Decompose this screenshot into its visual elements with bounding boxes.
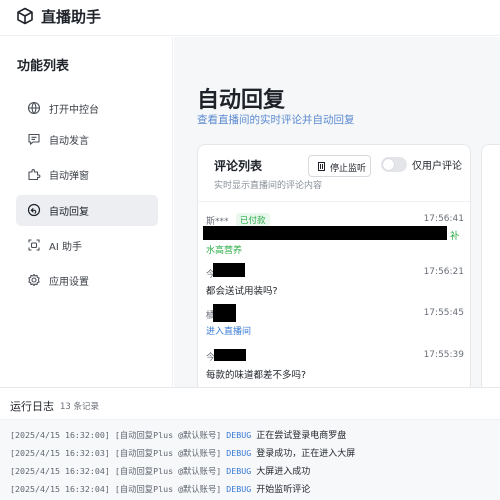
comment-text: 每款的味道都差不多吗? bbox=[206, 370, 307, 381]
log-body[interactable]: [2025/4/15 16:32:00] [自动回复Plus @默认账号] DE… bbox=[0, 420, 500, 500]
sidebar-item-auto-popup[interactable]: 自动弹窗 bbox=[16, 159, 158, 190]
comment-trailing: 补 bbox=[450, 231, 460, 242]
pause-icon bbox=[318, 162, 325, 171]
page-subtitle: 查看直播间的实时评论并自动回复 bbox=[197, 114, 355, 126]
sidebar-item-label: 自动发言 bbox=[49, 136, 89, 147]
sidebar-item-label: 自动弹窗 bbox=[49, 171, 89, 182]
log-count: 13 条记录 bbox=[60, 402, 100, 412]
sidebar: 功能列表 打开中控台 自动发言 自动弹窗 自动回复 AI 助手 应用设置 bbox=[0, 37, 173, 387]
redacted-username bbox=[214, 349, 246, 361]
sidebar-item-label: AI 助手 bbox=[49, 242, 82, 253]
main-content: 自动回复 查看直播间的实时评论并自动回复 评论列表 实时显示直播间的评论内容 停… bbox=[174, 37, 500, 387]
log-line: [2025/4/15 16:32:04] [自动回复Plus @默认账号] DE… bbox=[10, 482, 310, 495]
sidebar-item-auto-speak[interactable]: 自动发言 bbox=[16, 124, 158, 155]
sidebar-title: 功能列表 bbox=[17, 59, 70, 74]
log-time: [2025/4/15 16:32:03] bbox=[10, 448, 110, 458]
log-source: [自动回复Plus @默认账号] bbox=[114, 448, 222, 458]
log-source: [自动回复Plus @默认账号] bbox=[114, 484, 222, 494]
log-line: [2025/4/15 16:32:04] [自动回复Plus @默认账号] DE… bbox=[10, 464, 310, 477]
reply-card bbox=[481, 144, 500, 387]
card-title: 评论列表 bbox=[214, 159, 263, 173]
redacted-username bbox=[213, 304, 236, 322]
paid-badge: 已付款 bbox=[236, 213, 270, 227]
log-source: [自动回复Plus @默认账号] bbox=[114, 466, 222, 476]
log-message: 开始监听评论 bbox=[256, 485, 311, 495]
sidebar-item-label: 自动回复 bbox=[49, 207, 89, 218]
stop-listening-label: 停止监听 bbox=[330, 164, 367, 174]
card-divider bbox=[198, 201, 470, 202]
card-subtitle: 实时显示直播间的评论内容 bbox=[214, 181, 323, 191]
log-level: DEBUG bbox=[226, 466, 252, 476]
comment-text: 都会送试用装吗? bbox=[206, 286, 278, 297]
sidebar-item-label: 打开中控台 bbox=[49, 105, 99, 116]
user-only-toggle[interactable] bbox=[381, 157, 407, 172]
sidebar-item-ai-assistant[interactable]: AI 助手 bbox=[16, 230, 158, 261]
log-panel: 运行日志 13 条记录 [2025/4/15 16:32:00] [自动回复Pl… bbox=[0, 387, 500, 500]
cube-icon bbox=[17, 7, 33, 25]
comment-time: 17:55:45 bbox=[423, 308, 464, 318]
message-icon bbox=[28, 133, 40, 145]
comment-tag: 进入直播间 bbox=[206, 327, 252, 337]
comment-time: 17:55:39 bbox=[423, 350, 464, 360]
log-line: [2025/4/15 16:32:00] [自动回复Plus @默认账号] DE… bbox=[10, 428, 346, 441]
redacted-username bbox=[213, 263, 245, 277]
stop-listening-button[interactable]: 停止监听 bbox=[308, 155, 371, 177]
sidebar-item-label: 应用设置 bbox=[49, 277, 89, 288]
comment-tag: 水高营养 bbox=[206, 246, 243, 256]
app-title: 直播助手 bbox=[41, 8, 102, 26]
comment-list-card: 评论列表 实时显示直播间的评论内容 停止监听 仅用户评论 斯*** 已付款 17… bbox=[197, 144, 471, 387]
log-title: 运行日志 bbox=[10, 400, 54, 413]
sidebar-item-auto-reply[interactable]: 自动回复 bbox=[16, 195, 158, 226]
sidebar-item-app-settings[interactable]: 应用设置 bbox=[16, 265, 158, 296]
log-message: 登录成功，正在进入大屏 bbox=[256, 449, 356, 459]
log-time: [2025/4/15 16:32:00] bbox=[10, 430, 110, 440]
log-message: 正在尝试登录电商罗盘 bbox=[256, 431, 347, 441]
log-level: DEBUG bbox=[226, 448, 252, 458]
puzzle-icon bbox=[28, 169, 41, 181]
toggle-knob bbox=[383, 159, 394, 170]
page-title: 自动回复 bbox=[197, 88, 286, 113]
globe-icon bbox=[27, 101, 41, 115]
log-message: 大屏进入成功 bbox=[256, 467, 311, 477]
user-only-toggle-label: 仅用户评论 bbox=[412, 161, 462, 172]
reply-icon bbox=[27, 203, 41, 217]
redacted-text bbox=[203, 226, 447, 240]
sidebar-item-open-console[interactable]: 打开中控台 bbox=[16, 93, 158, 124]
log-time: [2025/4/15 16:32:04] bbox=[10, 466, 110, 476]
log-line: [2025/4/15 16:32:03] [自动回复Plus @默认账号] DE… bbox=[10, 446, 355, 459]
comment-time: 17:56:21 bbox=[423, 267, 464, 277]
log-source: [自动回复Plus @默认账号] bbox=[114, 430, 222, 440]
comment-time: 17:56:41 bbox=[423, 214, 464, 224]
log-time: [2025/4/15 16:32:04] bbox=[10, 484, 110, 494]
gear-icon bbox=[28, 273, 40, 287]
top-bar: 直播助手 bbox=[0, 0, 500, 36]
robot-icon bbox=[28, 239, 40, 251]
log-level: DEBUG bbox=[226, 430, 252, 440]
log-level: DEBUG bbox=[226, 484, 252, 494]
